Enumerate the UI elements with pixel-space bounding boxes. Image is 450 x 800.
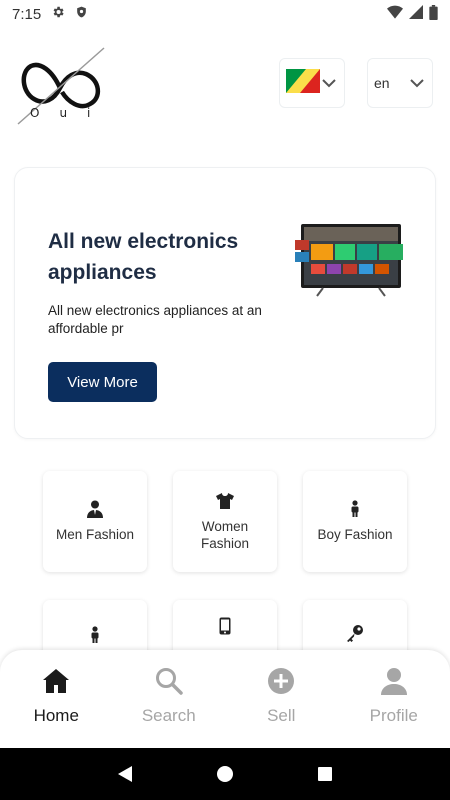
header: Oui en bbox=[0, 40, 450, 130]
person-icon bbox=[379, 666, 409, 696]
nav-sell[interactable]: Sell bbox=[225, 650, 338, 748]
nav-label: Sell bbox=[267, 706, 296, 725]
phone-icon bbox=[216, 617, 234, 635]
tshirt-icon bbox=[216, 492, 234, 510]
tv-product-image bbox=[295, 220, 407, 304]
system-navigation-bar bbox=[0, 748, 450, 800]
nav-label: Profile bbox=[369, 706, 418, 725]
nav-search[interactable]: Search bbox=[113, 650, 226, 748]
category-women-fashion[interactable]: Women Fashion bbox=[173, 471, 277, 572]
category-boy-fashion[interactable]: Boy Fashion bbox=[303, 471, 407, 572]
key-icon bbox=[346, 624, 364, 642]
chevron-down-icon bbox=[410, 78, 424, 88]
category-label: Women Fashion bbox=[200, 518, 250, 551]
bottom-navigation: Home Search Sell Profile bbox=[0, 650, 450, 748]
promo-banner: All new electronics appliances All new e… bbox=[14, 167, 436, 439]
nav-home[interactable]: Home bbox=[0, 650, 113, 748]
signal-icon bbox=[409, 5, 423, 23]
plus-circle-icon bbox=[266, 666, 296, 696]
man-icon bbox=[86, 500, 104, 518]
child-icon bbox=[86, 626, 104, 644]
congo-flag-icon bbox=[286, 68, 320, 98]
status-bar: 7:15 bbox=[0, 0, 450, 28]
home-circle-icon[interactable] bbox=[205, 754, 245, 794]
back-triangle-icon[interactable] bbox=[105, 754, 145, 794]
shield-icon bbox=[75, 5, 88, 23]
logo-text: Oui bbox=[30, 106, 111, 120]
country-selector[interactable] bbox=[279, 58, 345, 108]
category-label: Boy Fashion bbox=[317, 527, 393, 542]
view-more-button[interactable]: View More bbox=[48, 362, 157, 402]
banner-title: All new electronics appliances bbox=[48, 230, 239, 284]
nav-label: Home bbox=[33, 706, 79, 725]
battery-icon bbox=[429, 4, 438, 24]
category-men-fashion[interactable]: Men Fashion bbox=[43, 471, 147, 572]
language-value: en bbox=[374, 75, 390, 91]
chevron-down-icon bbox=[322, 78, 336, 88]
settings-gear-icon bbox=[51, 5, 65, 23]
banner-description: All new electronics appliances at an aff… bbox=[48, 303, 262, 336]
home-icon bbox=[41, 666, 71, 696]
category-label: Men Fashion bbox=[55, 527, 135, 542]
language-selector[interactable]: en bbox=[367, 58, 433, 108]
status-time: 7:15 bbox=[12, 5, 42, 23]
nav-label: Search bbox=[141, 706, 196, 725]
wifi-icon bbox=[387, 5, 403, 23]
search-icon bbox=[154, 666, 184, 696]
nav-profile[interactable]: Profile bbox=[338, 650, 450, 748]
recents-square-icon[interactable] bbox=[305, 754, 345, 794]
child-icon bbox=[346, 500, 364, 518]
